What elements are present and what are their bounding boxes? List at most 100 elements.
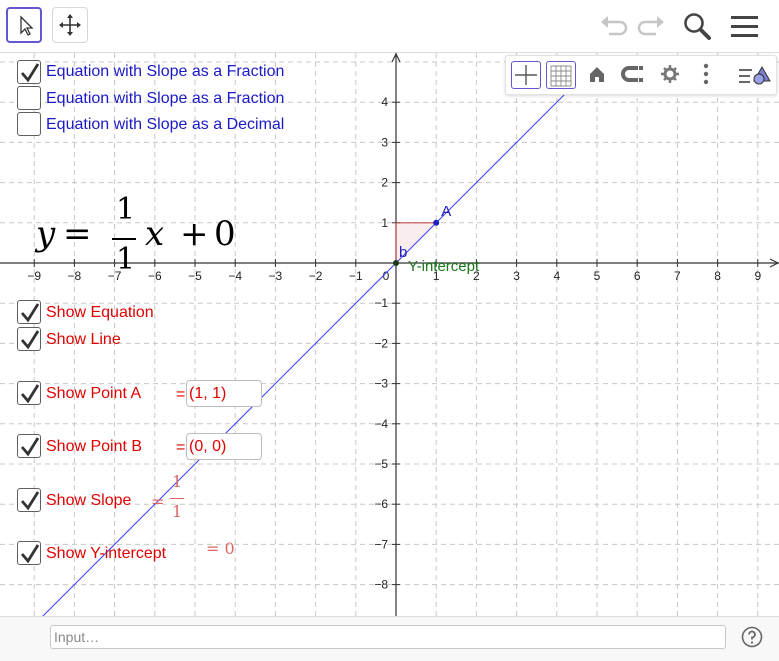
y-tick-label: 4 [381, 95, 388, 109]
y-tick-label: 1 [381, 216, 388, 230]
algebra-input-bar [0, 616, 779, 661]
x-tick-label: 5 [594, 269, 601, 283]
standard-view-button[interactable] [583, 61, 613, 89]
checkbox-show-point-b[interactable] [17, 434, 41, 458]
graphics-settings-button[interactable] [656, 61, 686, 89]
point-a[interactable] [433, 219, 440, 226]
gear-icon [661, 65, 679, 83]
checkmark-icon [20, 437, 40, 457]
undo-icon[interactable] [597, 10, 631, 42]
graphics-view[interactable]: −9 −8 −7 −6 −5 −4 −3 −2 −1 0 1 2 3 4 5 6 7 8 9 1 2 3 4 −1 −2 −3 −4… [0, 53, 779, 616]
x-tick-label: −1 [349, 269, 363, 283]
point-a-value-field[interactable]: (1, 1) [186, 380, 262, 407]
x-tick-label: 4 [553, 269, 560, 283]
equation-plus: + [180, 214, 209, 254]
magnet-icon [621, 66, 643, 82]
checkbox-label-show-slope[interactable]: Show Slope [46, 491, 131, 511]
x-tick-label: −5 [188, 269, 202, 283]
equation-lhs: y [36, 214, 56, 254]
x-tick-label: −3 [269, 269, 283, 283]
checkbox-show-point-a[interactable] [17, 381, 41, 405]
point-capturing-button[interactable] [618, 61, 648, 89]
point-a-equals: = [176, 386, 186, 403]
x-tick-label: 3 [513, 269, 520, 283]
equation-intercept: 0 [214, 214, 236, 254]
y-tick-label: −3 [374, 377, 388, 391]
toolbar [0, 0, 779, 53]
more-options-button[interactable] [692, 61, 722, 89]
checkbox-label-show-y-intercept[interactable]: Show Y-intercept [46, 544, 166, 564]
y-intercept-label: Y-intercept [408, 258, 480, 275]
home-icon [590, 67, 604, 82]
checkbox-show-equation[interactable] [17, 300, 41, 324]
checkmark-icon [20, 491, 40, 511]
point-b-equals: = [176, 439, 186, 456]
checkbox-equation-decimal[interactable] [17, 112, 41, 136]
slope-fraction-bar [170, 498, 184, 499]
y-tick-label: −5 [374, 457, 388, 471]
axes-icon [515, 65, 537, 85]
checkbox-label-equation-fraction-2[interactable]: Equation with Slope as a Fraction [46, 89, 284, 109]
checkmark-icon [20, 544, 40, 564]
point-b-label: b [399, 244, 407, 261]
equation-variable: x [145, 214, 165, 254]
checkbox-equation-fraction-2[interactable] [17, 86, 41, 110]
checkbox-label-show-line[interactable]: Show Line [46, 330, 121, 350]
equation-slope-denominator: 1 [116, 242, 136, 277]
checkbox-label-show-point-b[interactable]: Show Point B [46, 437, 142, 457]
more-vertical-icon [703, 63, 709, 85]
menu-icon[interactable] [728, 10, 762, 42]
redo-icon[interactable] [634, 10, 668, 42]
pan-tool-button[interactable] [52, 7, 88, 43]
y-tick-label: −1 [374, 296, 388, 310]
y-tick-label: −7 [374, 537, 388, 551]
move-tool-button[interactable] [6, 7, 42, 43]
checkbox-label-equation-fraction-1[interactable]: Equation with Slope as a Fraction [46, 62, 284, 82]
x-tick-label: 7 [674, 269, 681, 283]
checkbox-label-show-equation[interactable]: Show Equation [46, 303, 154, 323]
equation-fraction-bar [112, 238, 136, 240]
y-tick-label: −6 [374, 497, 388, 511]
y-tick-label: −4 [374, 417, 388, 431]
checkmark-icon [20, 303, 40, 323]
x-tick-label: −9 [27, 269, 41, 283]
y-intercept-value: = 0 [206, 539, 235, 558]
x-tick-label: −2 [309, 269, 323, 283]
grid-icon [550, 65, 572, 87]
checkmark-icon [20, 63, 40, 83]
y-tick-label: 3 [381, 135, 388, 149]
point-a-label: A [441, 203, 451, 220]
toggle-stylebar-icon [739, 65, 771, 85]
help-circle-icon[interactable] [741, 626, 763, 648]
x-tick-label: −4 [228, 269, 242, 283]
slope-equals: = [151, 492, 165, 511]
y-tick-label: −2 [374, 336, 388, 350]
checkmark-icon [20, 384, 40, 404]
y-tick-label: −8 [374, 578, 388, 592]
checkbox-label-show-point-a[interactable]: Show Point A [46, 384, 141, 404]
checkbox-show-y-intercept[interactable] [17, 541, 41, 565]
checkbox-show-line[interactable] [17, 327, 41, 351]
toggle-grid-button[interactable] [546, 61, 576, 89]
toggle-style-bar-button[interactable] [736, 61, 774, 89]
search-icon[interactable] [681, 10, 715, 42]
slope-numerator: 1 [172, 472, 183, 491]
x-tick-label: 9 [754, 269, 761, 283]
checkmark-icon [20, 330, 40, 350]
checkbox-equation-fraction-1[interactable] [17, 60, 41, 84]
toggle-axes-button[interactable] [511, 61, 541, 89]
graphics-style-bar [505, 55, 777, 95]
move-cross-icon [59, 14, 81, 36]
slope-denominator: 1 [172, 502, 183, 521]
x-tick-label: −6 [148, 269, 162, 283]
equation-slope-numerator: 1 [116, 192, 136, 227]
x-tick-label: 6 [634, 269, 641, 283]
x-tick-label: −8 [68, 269, 82, 283]
algebra-input-field[interactable] [50, 625, 726, 649]
point-b-value-field[interactable]: (0, 0) [186, 433, 262, 460]
checkbox-label-equation-decimal[interactable]: Equation with Slope as a Decimal [46, 115, 284, 135]
checkbox-show-slope[interactable] [17, 488, 41, 512]
y-tick-label: 2 [381, 176, 388, 190]
x-tick-label: 8 [714, 269, 721, 283]
arrow-pointer-icon [20, 15, 34, 36]
